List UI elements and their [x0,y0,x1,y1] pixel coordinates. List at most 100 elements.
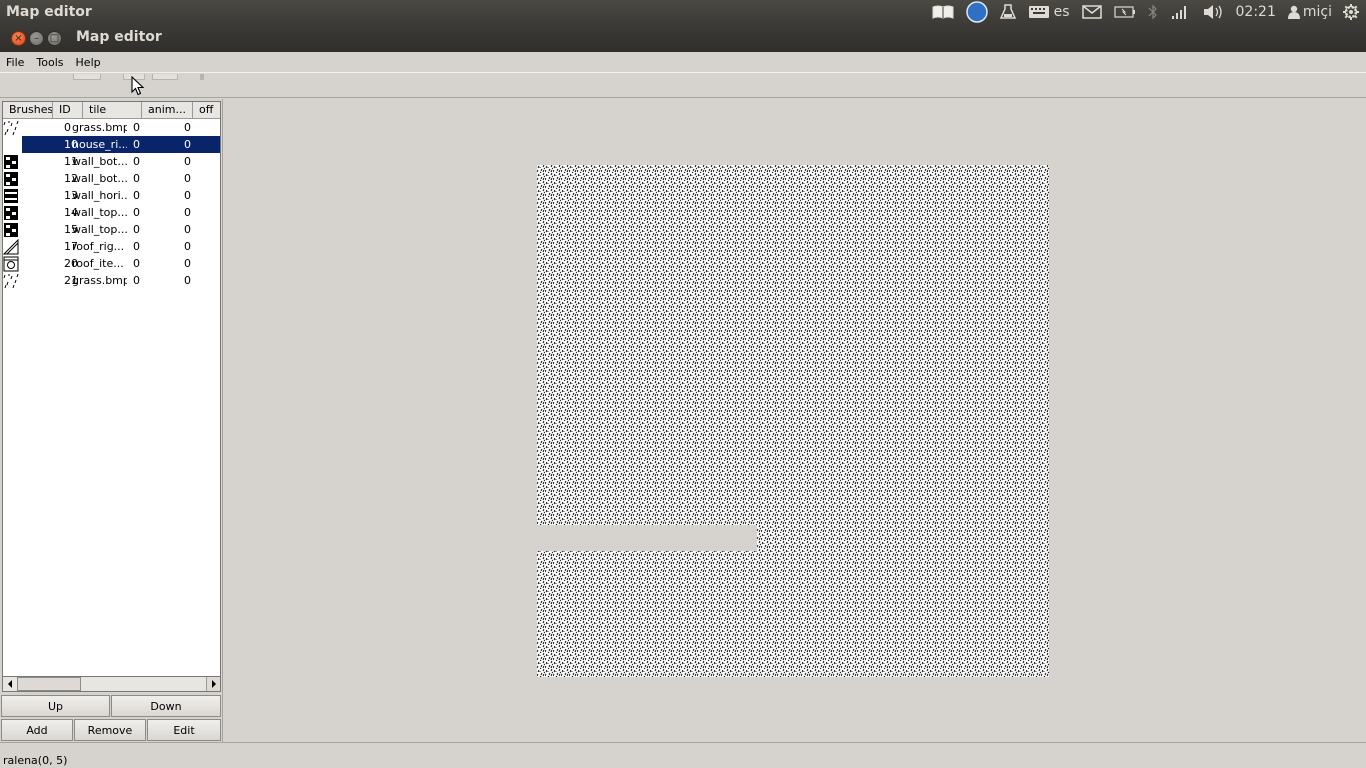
cell-id: 21 [64,274,78,287]
cell-tile: roof_rig... [72,240,125,253]
table-row[interactable]: 0 grass.bmp 0 0 [3,119,220,136]
grass-tile-area[interactable] [537,551,1049,677]
column-header-id[interactable]: ID [53,102,83,119]
toolbar-handle[interactable] [73,74,101,80]
status-bar: ralena(0, 5) [0,742,1366,768]
table-row[interactable]: 14 wall_top... 0 0 [3,204,220,221]
cell-anim: 0 [133,121,140,134]
row-cells[interactable]: 11 wall_bot... 0 0 [22,153,220,170]
table-row[interactable]: 15 wall_top... 0 0 [3,221,220,238]
horizontal-scrollbar[interactable] [2,676,221,692]
cell-tile: house_ri... [72,138,127,151]
cell-off: 0 [184,240,191,253]
window-close-button[interactable]: × [11,31,26,46]
row-cells[interactable]: 21 grass.bmp 0 0 [22,272,220,289]
up-button[interactable]: Up [1,695,110,717]
cell-tile: grass.bmp [72,121,127,134]
table-row[interactable]: 20 roof_ite... 0 0 [3,255,220,272]
clock-label[interactable]: 02:21 [1230,0,1282,24]
cell-off: 0 [184,274,191,287]
grass-tile-area[interactable] [537,165,1049,525]
mouse-pointer-icon [131,75,145,99]
wall-brush-icon [3,170,22,187]
window-maximize-button[interactable]: □ [47,31,62,46]
wall-horizontal-brush-icon [3,187,22,204]
map-canvas[interactable] [537,165,1049,677]
menu-tools[interactable]: Tools [30,56,69,69]
browser-icon[interactable] [960,0,994,24]
cell-off: 0 [184,223,191,236]
scrollbar-thumb[interactable] [17,677,81,691]
flask-icon[interactable] [994,0,1022,24]
table-row[interactable]: 10 house_ri... 0 0 [3,136,220,153]
mail-icon[interactable] [1076,0,1108,24]
cell-off: 0 [184,172,191,185]
cell-id: 11 [64,155,78,168]
menu-help[interactable]: Help [70,56,107,69]
row-cells[interactable]: 14 wall_top... 0 0 [22,204,220,221]
cell-off: 0 [184,155,191,168]
wall-brush-icon [3,204,22,221]
row-cells[interactable]: 17 roof_rig... 0 0 [22,238,220,255]
remove-button[interactable]: Remove [74,719,146,741]
battery-icon[interactable] [1108,0,1142,24]
keyboard-icon[interactable] [1022,0,1052,24]
book-icon[interactable] [926,0,960,24]
grass-brush-icon [3,119,22,136]
brushes-panel: Brushes ID tile anim... off 0 grass.bmp 0 0… [0,99,222,742]
row-cells[interactable]: 10 house_ri... 0 0 [22,136,220,153]
row-cells[interactable]: 20 roof_ite... 0 0 [22,255,220,272]
toolbar-handle[interactable] [152,74,178,80]
window-title-bar[interactable]: × – □ Map editor [0,24,1366,52]
cell-id: 10 [64,138,78,151]
row-cells[interactable]: 15 wall_top... 0 0 [22,221,220,238]
table-row[interactable]: 12 wall_bot... 0 0 [3,170,220,187]
cell-tile: wall_top... [72,206,127,219]
down-button[interactable]: Down [111,695,221,717]
bluetooth-icon[interactable] [1142,0,1164,24]
settings-gear-icon[interactable] [1336,0,1366,24]
table-row[interactable]: 13 wall_hori... 0 0 [3,187,220,204]
user-menu[interactable]: miçi [1282,0,1336,24]
add-button[interactable]: Add [1,719,73,741]
column-header-tile[interactable]: tile [83,102,142,119]
volume-icon[interactable] [1196,0,1230,24]
row-cells[interactable]: 13 wall_hori... 0 0 [22,187,220,204]
wall-brush-icon [3,153,22,170]
cell-anim: 0 [133,189,140,202]
brush-preview-empty [3,136,22,153]
table-row[interactable]: 17 roof_rig... 0 0 [3,238,220,255]
column-header-brushes[interactable]: Brushes [3,102,53,119]
menu-file[interactable]: File [0,56,30,69]
window-minimize-button[interactable]: – [29,31,44,46]
cell-id: 17 [64,240,78,253]
grass-tile-area[interactable] [757,525,1049,551]
column-header-off[interactable]: off [193,102,220,119]
cell-id: 0 [64,121,71,134]
brushes-table[interactable]: Brushes ID tile anim... off 0 grass.bmp 0 0… [2,101,221,678]
cell-tile: wall_hori... [72,189,127,202]
user-name: miçi [1302,4,1332,20]
table-row[interactable]: 11 wall_bot... 0 0 [3,153,220,170]
cell-tile: roof_ite... [72,257,124,270]
edit-button[interactable]: Edit [147,719,221,741]
cell-anim: 0 [133,257,140,270]
roof-item-brush-icon [3,255,22,272]
scroll-left-arrow-icon[interactable] [3,677,17,691]
map-canvas-area[interactable] [222,99,1366,742]
window-title: Map editor [76,29,162,45]
cell-off: 0 [184,138,191,151]
row-cells[interactable]: 12 wall_bot... 0 0 [22,170,220,187]
scroll-right-arrow-icon[interactable] [206,677,220,691]
keyboard-layout-label[interactable]: es [1052,0,1076,24]
row-cells[interactable]: 0 grass.bmp 0 0 [22,119,220,136]
column-header-anim[interactable]: anim... [142,102,193,119]
user-icon [1287,5,1300,19]
table-header: Brushes ID tile anim... off [3,102,220,119]
toolbar-handle[interactable] [200,74,204,80]
empty-tile-strip[interactable] [537,525,757,551]
cell-id: 12 [64,172,78,185]
cell-anim: 0 [133,223,140,236]
network-signal-icon[interactable] [1164,0,1196,24]
table-row[interactable]: 21 grass.bmp 0 0 [3,272,220,289]
